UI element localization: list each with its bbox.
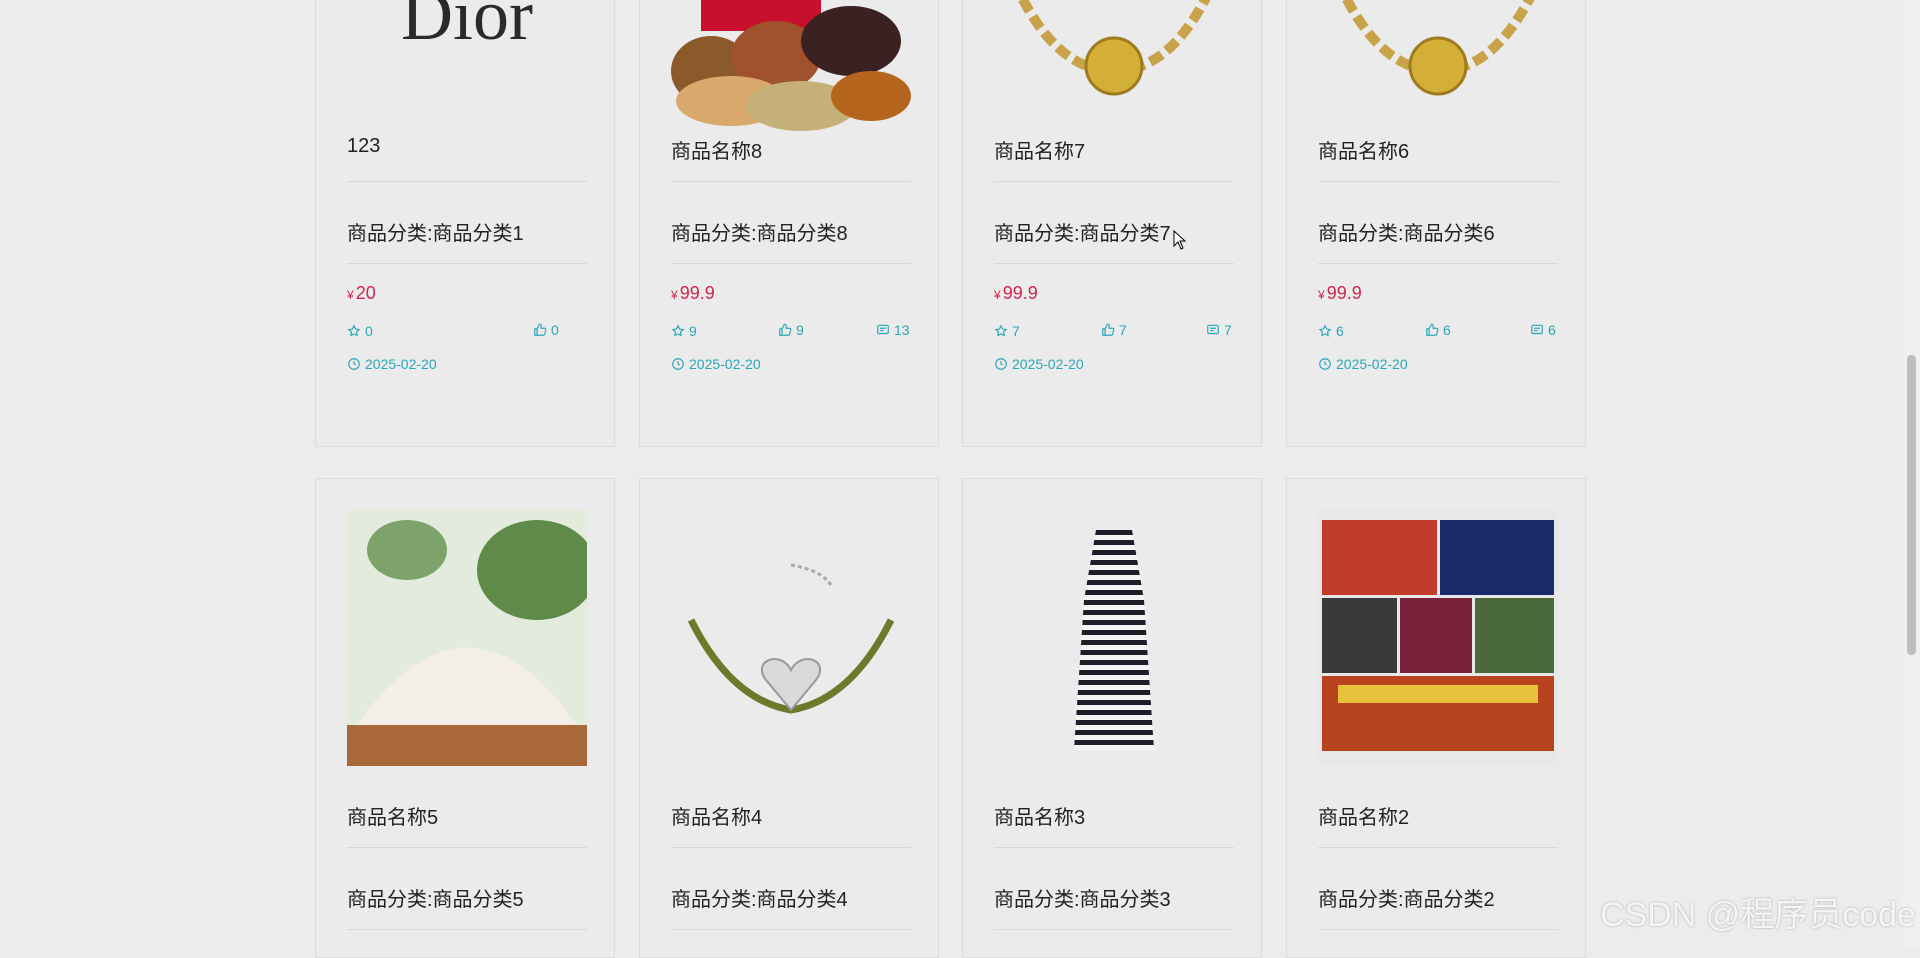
divider [671,847,911,848]
price-value: 99.9 [1326,283,1362,303]
favorite-count[interactable]: 9 [671,323,697,339]
page-scrollbar[interactable] [1903,0,1920,948]
product-image[interactable] [671,0,911,141]
divider [671,929,911,930]
comment-icon [1531,324,1543,335]
product-category: 商品分类:商品分类3 [994,889,1171,911]
clock-icon [348,358,360,370]
publish-date: 2025-02-20 [1318,356,1408,372]
divider [994,263,1234,264]
price-value: 20 [355,283,376,303]
currency-symbol: ¥ [347,288,354,302]
star-icon [347,324,361,337]
product-name[interactable]: 商品名称7 [994,135,1085,164]
product-image[interactable] [347,510,587,766]
product-card[interactable]: 商品名称2 商品分类:商品分类2 [1286,478,1586,958]
product-price: ¥20 [347,283,376,304]
clock-icon [995,358,1007,370]
product-price: ¥99.9 [671,283,715,304]
product-image[interactable] [994,0,1234,111]
product-category: 商品分类:商品分类7 [994,223,1171,245]
favorite-count[interactable]: 7 [994,323,1020,339]
like-count[interactable]: 6 [1425,322,1451,338]
divider [671,181,911,182]
publish-date: 2025-02-20 [347,356,437,372]
currency-symbol: ¥ [1318,288,1325,302]
scrollbar-thumb[interactable] [1907,355,1916,655]
thumbs-up-icon [1426,323,1439,336]
currency-symbol: ¥ [671,288,678,302]
product-card[interactable]: 商品名称4 商品分类:商品分类4 [639,478,939,958]
product-category: 商品分类:商品分类2 [1318,889,1495,911]
product-card[interactable]: 商品名称8 商品分类:商品分类8 ¥99.9 9 9 13 2025-02-20 [639,0,939,447]
product-category: 商品分类:商品分类5 [347,889,524,911]
favorite-count[interactable]: 6 [1318,323,1344,339]
product-name[interactable]: 商品名称5 [347,801,438,830]
dior-logo: Dior [401,0,533,55]
divider [347,263,587,264]
watermark: CSDN @程序员code [1599,896,1916,934]
product-category: 商品分类:商品分类6 [1318,223,1495,245]
product-name[interactable]: 商品名称3 [994,801,1085,830]
product-price: ¥99.9 [994,283,1038,304]
like-count[interactable]: 9 [778,322,804,338]
divider [347,847,587,848]
product-image[interactable] [1318,0,1558,111]
product-price: ¥99.9 [1318,283,1362,304]
product-image[interactable] [1318,510,1558,766]
comment-icon [877,324,889,335]
product-image[interactable] [671,510,911,766]
comment-count[interactable]: 7 [1206,322,1232,338]
publish-date: 2025-02-20 [671,356,761,372]
product-card[interactable]: 商品名称3 商品分类:商品分类3 [962,478,1262,958]
divider [994,181,1234,182]
comment-icon [1207,324,1219,335]
product-name[interactable]: 商品名称2 [1318,801,1409,830]
favorite-count[interactable]: 0 [347,323,373,339]
divider [1318,263,1558,264]
price-value: 99.9 [1002,283,1038,303]
star-icon [671,324,685,337]
divider [1318,929,1558,930]
product-category: 商品分类:商品分类8 [671,223,848,245]
thumbs-up-icon [779,323,792,336]
product-category: 商品分类:商品分类4 [671,889,848,911]
like-count[interactable]: 0 [533,322,559,338]
product-name[interactable]: 商品名称4 [671,801,762,830]
currency-symbol: ¥ [994,288,1001,302]
product-card[interactable]: 商品名称6 商品分类:商品分类6 ¥99.9 6 6 6 2025-02-20 [1286,0,1586,447]
divider [1318,847,1558,848]
thumbs-up-icon [1102,323,1115,336]
comment-count[interactable]: 13 [876,322,910,338]
publish-date: 2025-02-20 [994,356,1084,372]
divider [1318,181,1558,182]
product-card[interactable]: Dior 123 商品分类:商品分类1 ¥20 0 0 2025-02-20 [315,0,615,447]
star-icon [994,324,1008,337]
clock-icon [1319,358,1331,370]
like-count[interactable]: 7 [1101,322,1127,338]
product-card[interactable]: 商品名称5 商品分类:商品分类5 [315,478,615,958]
star-icon [1318,324,1332,337]
divider [994,929,1234,930]
comment-count[interactable]: 6 [1530,322,1556,338]
product-name[interactable]: 商品名称8 [671,135,762,164]
price-value: 99.9 [679,283,715,303]
divider [347,929,587,930]
product-name[interactable]: 商品名称6 [1318,135,1409,164]
thumbs-up-icon [534,323,547,336]
clock-icon [672,358,684,370]
product-category: 商品分类:商品分类1 [347,223,524,245]
product-image[interactable]: Dior [347,0,587,81]
divider [347,181,587,182]
product-image[interactable] [994,510,1234,766]
divider [671,263,911,264]
product-card[interactable]: 商品名称7 商品分类:商品分类7 ¥99.9 7 7 7 2025-02-20 [962,0,1262,447]
mouse-cursor-icon [1173,230,1187,250]
divider [994,847,1234,848]
product-name[interactable]: 123 [347,135,380,158]
